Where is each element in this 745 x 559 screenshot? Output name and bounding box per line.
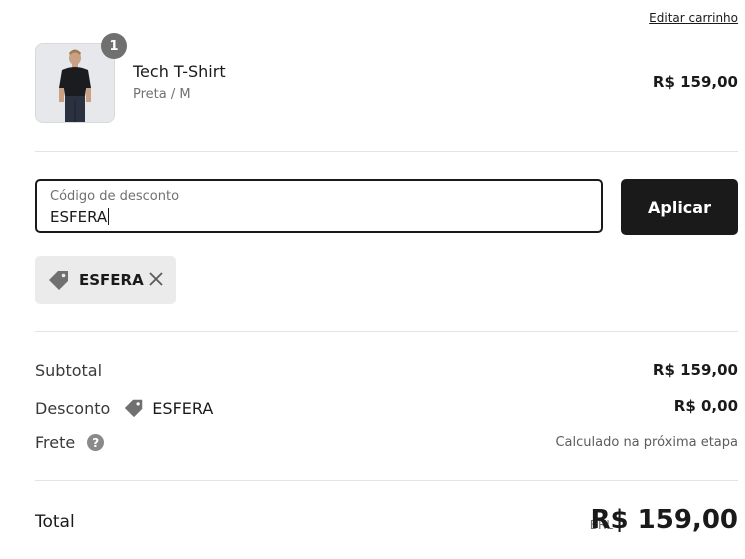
product-image [36,44,114,122]
discount-code-input[interactable]: Código de desconto ESFERA [35,179,603,233]
edit-cart-link[interactable]: Editar carrinho [649,11,738,25]
product-variant: Preta / M [133,87,191,102]
shipping-label: Frete [35,433,76,452]
help-circle-icon[interactable]: ? [87,434,105,451]
discount-row: Desconto ESFERA [35,397,213,419]
shipping-row: Frete ? [35,433,105,452]
text-caret [108,208,110,225]
discount-code-label: ESFERA [152,398,214,418]
subtotal-value: R$ 159,00 [652,361,738,379]
divider [35,151,738,152]
subtotal-label: Subtotal [35,361,103,380]
product-price: R$ 159,00 [652,73,738,91]
applied-code-label: ESFERA [79,271,144,289]
remove-discount-close-icon[interactable] [148,271,164,291]
divider [35,480,738,481]
tag-icon [123,397,145,419]
applied-discount-chip: ESFERA [35,256,176,304]
shipping-note: Calculado na próxima etapa [555,435,738,450]
discount-label: Desconto [35,398,111,418]
total-value: R$ 159,00 [590,505,739,535]
tag-icon [47,268,71,292]
discount-value: R$ 0,00 [673,397,738,415]
discount-field-value[interactable]: ESFERA [50,208,110,226]
quantity-badge: 1 [101,33,127,59]
product-thumbnail: 1 [35,33,127,123]
divider [35,331,738,332]
product-name: Tech T-Shirt [133,62,226,81]
discount-field-label: Código de desconto [50,189,180,204]
total-label: Total [35,512,75,532]
apply-discount-button[interactable]: Aplicar [621,179,738,235]
